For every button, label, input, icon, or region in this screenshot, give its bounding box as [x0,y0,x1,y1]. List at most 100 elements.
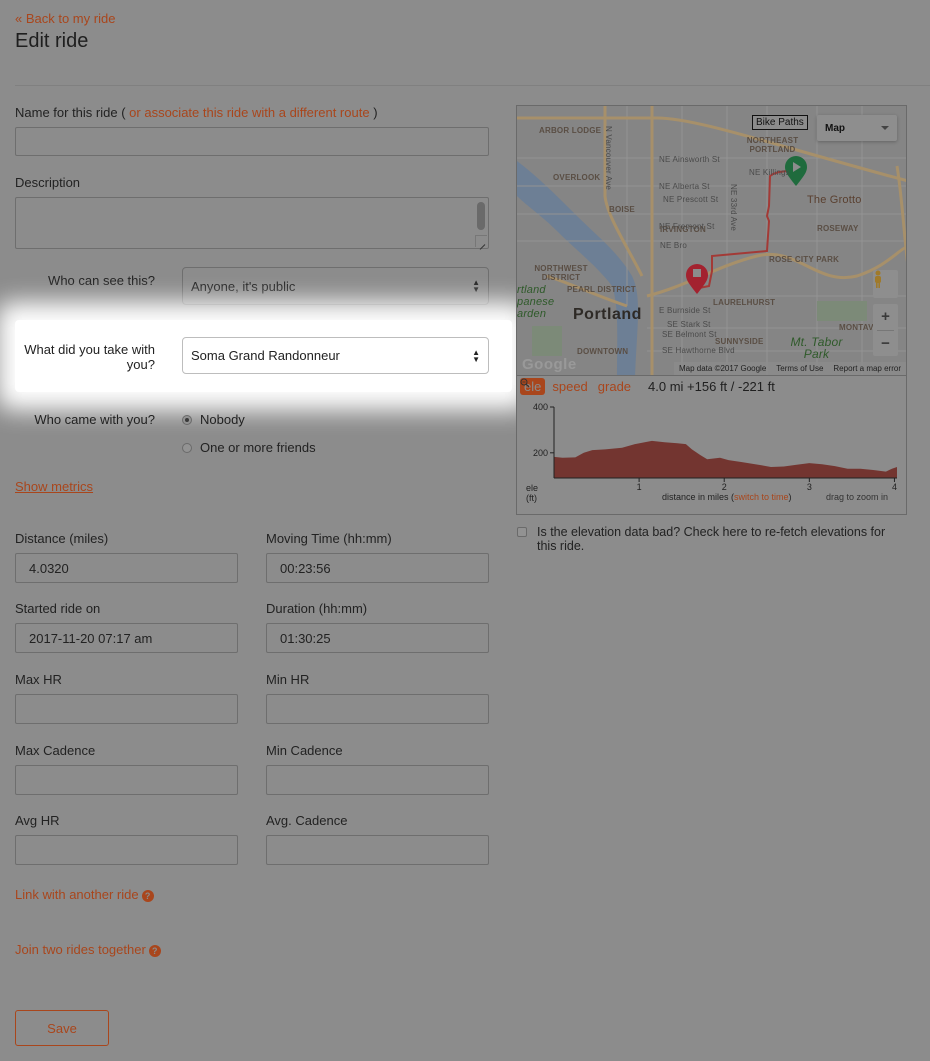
map-street-label: N Vancouver Ave [604,126,613,191]
zoom-in-button[interactable]: + [873,304,898,330]
map-label: MONTAV [839,323,874,332]
scrollbar-thumb[interactable] [477,202,485,230]
map-street-label: SE Hawthorne Blvd [662,346,735,355]
metric-input[interactable] [266,694,489,724]
metric-input[interactable] [15,623,238,653]
metric-label: Avg. Cadence [266,813,348,828]
visibility-select[interactable]: Anyone, it's public ▲ ▼ [182,267,489,305]
header-divider [15,85,930,86]
visibility-selected: Anyone, it's public [191,278,296,294]
street-view-pegman-icon[interactable] [873,270,898,298]
metric-label: Min HR [266,672,310,687]
companions-label: Who came with you? [34,412,155,427]
bike-paths-toggle[interactable]: Bike Paths [752,115,808,130]
x-tick-label: 3 [807,482,812,492]
join-rides-text: Join two rides together [15,942,146,957]
map-type-select[interactable]: Map [817,115,897,141]
map-park-label: rtland panese arden [517,284,555,320]
map-street-label: E Burnside St [659,306,711,315]
x-axis-label-suffix: ) [788,492,792,502]
x-axis-label-prefix: distance in miles ( [662,492,735,502]
radio-nobody[interactable]: Nobody [182,412,245,427]
map-data-attribution: Map data ©2017 Google [678,364,767,373]
y-axis-label-line2: (ft) [526,493,537,503]
metric-input[interactable] [266,765,489,795]
associate-route-link[interactable]: or associate this ride with a different … [129,105,369,120]
map-footer: Map data ©2017 Google Terms of Use Repor… [673,362,906,375]
map-label: ROSEWAY [817,224,859,233]
y-axis-label-line1: ele [526,483,539,493]
radio-friends[interactable]: One or more friends [182,440,316,455]
map-type-label: Map [825,122,845,134]
metric-input[interactable] [266,553,489,583]
refetch-elevation-row[interactable]: Is the elevation data bad? Check here to… [516,525,906,553]
back-to-ride-link[interactable]: « Back to my ride [15,11,115,26]
page-title: Edit ride [15,30,89,52]
map-street-label: NE Bro [660,241,687,250]
radio-checked-icon[interactable] [182,414,192,425]
route-map[interactable]: ARBOR LODGE OVERLOOK BOISE IRVINGTON NOR… [516,105,907,376]
metric-label: Min Cadence [266,743,343,758]
description-label: Description [15,175,81,190]
map-street-label: SE Stark St [667,320,711,329]
link-ride-text: Link with another ride [15,887,139,902]
metric-input[interactable] [266,623,489,653]
y-axis-label: ele (ft) [526,483,538,503]
map-label: SUNNYSIDE [715,337,764,346]
metric-input[interactable] [15,765,238,795]
map-poi-label: The Grotto [807,194,862,206]
report-map-error-link[interactable]: Report a map error [828,364,906,373]
map-street-label: NE Prescott St [663,195,719,204]
gear-selected: Soma Grand Randonneur [191,348,340,363]
save-button[interactable]: Save [15,1010,109,1046]
gear-select[interactable]: Soma Grand Randonneur ▲ ▼ [182,337,489,374]
metric-input[interactable] [15,694,238,724]
metric-input[interactable] [15,835,238,865]
metric-input[interactable] [15,553,238,583]
zoom-out-button[interactable]: − [873,331,898,357]
switch-to-time-link[interactable]: switch to time [734,492,789,502]
map-label: NORTHWEST DISTRICT [534,264,588,282]
select-arrows-icon: ▲ ▼ [472,278,480,294]
elevation-panel: ele speed grade 4.0 mi +156 ft / -221 ft… [516,376,907,515]
x-tick-label: 1 [637,482,642,492]
map-city-label: Portland [573,306,642,323]
y-tick-label: 400 [533,402,548,412]
refetch-elevation-checkbox[interactable] [517,527,527,537]
terms-of-use-link[interactable]: Terms of Use [771,364,828,373]
radio-unchecked-icon[interactable] [182,442,192,453]
description-textarea[interactable] [15,197,489,249]
map-street-label: NE Fremont St [659,222,715,231]
ride-name-input[interactable] [15,127,489,156]
map-park-label: Mt. Tabor Park [790,335,843,361]
help-icon[interactable]: ? [141,890,154,902]
map-label: ROSE CITY PARK [769,255,840,264]
metric-label: Started ride on [15,601,101,616]
refetch-elevation-label: Is the elevation data bad? Check here to… [537,525,886,553]
elevation-area [554,440,897,478]
radio-label: One or more friends [200,440,316,455]
radio-label: Nobody [200,412,245,427]
x-axis-label: distance in miles (switch to time) [662,492,792,502]
resize-grip-icon[interactable] [475,235,487,247]
show-metrics-link[interactable]: Show metrics [15,479,93,494]
map-label: PEARL DISTRICT [567,285,636,294]
metric-input[interactable] [266,835,489,865]
link-another-ride-link[interactable]: Link with another ride? [15,887,154,902]
gear-label: What did you take with you? [24,342,155,372]
metric-label: Max HR [15,672,62,687]
metric-label: Avg HR [15,813,60,828]
metric-label: Distance (miles) [15,531,109,546]
select-arrows-icon: ▲ ▼ [472,347,480,364]
metric-label: Duration (hh:mm) [266,601,368,616]
textarea-scrollbar[interactable] [476,200,486,236]
visibility-label: Who can see this? [48,273,155,288]
map-label: ARBOR LODGE [539,126,602,135]
map-street-label: NE Alberta St [659,182,710,191]
join-rides-link[interactable]: Join two rides together? [15,942,161,957]
x-tick-label: 2 [722,482,727,492]
name-label-prefix: Name for this ride ( [15,105,126,120]
map-label: NORTHEAST PORTLAND [746,136,799,154]
map-label: DOWNTOWN [577,347,629,356]
help-icon[interactable]: ? [148,945,161,957]
